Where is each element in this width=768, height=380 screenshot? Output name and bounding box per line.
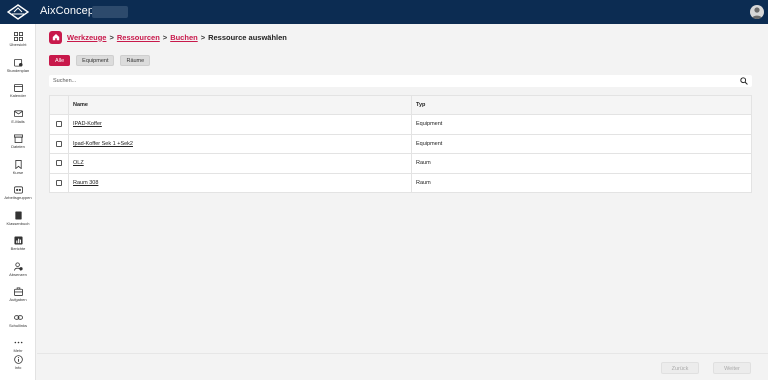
back-button[interactable]: Zurück [661,362,699,374]
group-icon [13,186,23,194]
type-cell: Raum [411,153,752,174]
search-icon[interactable] [740,77,748,85]
main-content: Werkzeuge > Ressourcen > Buchen > Ressou… [37,24,768,380]
type-cell: Raum [411,172,752,193]
sidebar-item-emails[interactable]: E-Mails [0,109,36,133]
breadcrumb-ressourcen[interactable]: Ressourcen [117,33,160,42]
sidebar-item-label: Berichte [10,246,26,251]
sidebar: Übersicht Stundenplan Kalender E-Mails D… [0,24,36,380]
sidebar-item-label: Stundenplan [6,68,30,73]
row-checkbox[interactable] [56,121,62,128]
type-cell: Equipment [411,133,752,154]
sidebar-item-aufgaben[interactable]: Aufgaben [0,287,36,311]
sidebar-item-label: Aufgaben [9,297,27,302]
briefcase-icon [13,287,23,296]
filter-chips: Alle Equipment Räume [49,55,151,66]
sidebar-item-label: Kurse [12,170,24,175]
sidebar-item-uebersicht[interactable]: Übersicht [0,32,36,56]
page-title: Ressource auswählen [208,32,287,42]
resource-link[interactable]: Raum 308 [73,180,98,186]
name-cell: IPAD-Koffer [68,114,412,135]
breadcrumb-separator: > [109,32,114,42]
row-checkbox[interactable] [56,179,62,186]
sidebar-item-label: Absenzen [9,272,27,277]
type-cell: Equipment [411,114,752,135]
info-icon [13,355,23,364]
table-row[interactable]: Ipad-Koffer Sek 1 +Sek2 Equipment [49,133,752,154]
search-bar [49,75,752,87]
more-icon [14,341,22,344]
home-icon [52,33,59,41]
bookmark-icon [14,160,22,169]
sidebar-item-arbeitsgruppen[interactable]: Arbeitsgruppen [0,185,36,209]
sidebar-item-label: Schullinks [8,323,27,328]
sidebar-item-info[interactable]: Info [0,355,36,379]
sidebar-item-klassenbuch[interactable]: Klassenbuch [0,211,36,235]
table-row[interactable]: IPAD-Koffer Equipment [49,114,752,135]
name-cell: OLZ [68,153,412,174]
calendar-clock-icon [13,58,23,67]
sidebar-item-stundenplan[interactable]: Stundenplan [0,58,36,82]
avatar[interactable] [750,5,764,19]
column-header-type[interactable]: Typ [411,95,752,115]
sidebar-item-kalender[interactable]: Kalender [0,83,36,107]
breadcrumb-separator: > [162,32,168,42]
link-icon [13,315,23,320]
breadcrumb-werkzeuge[interactable]: Werkzeuge [67,33,106,42]
row-checkbox[interactable] [56,160,62,167]
next-button[interactable]: Weiter [713,362,751,374]
breadcrumb-buchen[interactable]: Buchen [170,33,198,42]
row-select-cell [49,172,69,193]
sidebar-item-label: Klassenbuch [6,221,30,226]
sidebar-item-label: Mehr [13,348,23,353]
resource-table: Name Typ IPAD-Koffer Equipment Ipad-Koff… [49,95,752,193]
sidebar-item-label: Übersicht [9,42,27,47]
name-cell: Raum 308 [68,172,412,193]
filter-equipment-button[interactable]: Equipment [76,55,115,66]
book-icon [14,211,22,220]
sidebar-item-label: Dateien [11,144,25,149]
sidebar-item-label: Kalender [9,93,26,98]
table-row[interactable]: Raum 308 Raum [49,172,752,193]
column-header-name[interactable]: Name [68,95,412,115]
resource-link[interactable]: OLZ [73,160,84,166]
sidebar-item-mehr[interactable]: Mehr [0,338,36,353]
home-button[interactable] [49,30,62,44]
grid-icon [13,32,23,41]
row-checkbox[interactable] [56,140,62,147]
sidebar-item-berichte[interactable]: Berichte [0,236,36,260]
table-header-row: Name Typ [49,95,752,115]
footer-bar: Zurück Weiter [37,353,768,380]
mail-icon [13,110,23,118]
resource-link[interactable]: Ipad-Koffer Sek 1 +Sek2 [73,141,133,147]
breadcrumb: Werkzeuge > Ressourcen > Buchen > Ressou… [49,30,287,44]
redacted-school-name [92,6,128,18]
breadcrumb-separator: > [200,32,206,42]
search-input[interactable] [53,75,723,87]
name-cell: Ipad-Koffer Sek 1 +Sek2 [68,133,412,154]
sidebar-item-schullinks[interactable]: Schullinks [0,313,36,337]
sidebar-item-dateien[interactable]: Dateien [0,134,36,158]
sidebar-item-absenzen[interactable]: Absenzen [0,262,36,286]
row-select-cell [49,114,69,135]
sidebar-item-kurse[interactable]: Kurse [0,160,36,184]
sidebar-item-label: Info [14,365,22,370]
filter-rooms-button[interactable]: Räume [120,55,151,66]
calendar-icon [13,83,23,92]
row-select-cell [49,133,69,154]
table-row[interactable]: OLZ Raum [49,153,752,174]
sidebar-item-label: E-Mails [11,119,25,124]
filter-all-button[interactable]: Alle [49,55,71,66]
user-avatar-icon [751,7,763,19]
aixconcept-logo-icon[interactable] [7,4,29,20]
chart-icon [13,236,23,245]
row-select-cell [49,153,69,174]
resource-link[interactable]: IPAD-Koffer [73,121,102,127]
archive-icon [13,134,23,143]
top-bar: AixConcept - [0,0,768,24]
user-absence-icon [13,262,23,271]
select-column-header [49,95,69,115]
sidebar-item-label: Arbeitsgruppen [4,195,32,200]
